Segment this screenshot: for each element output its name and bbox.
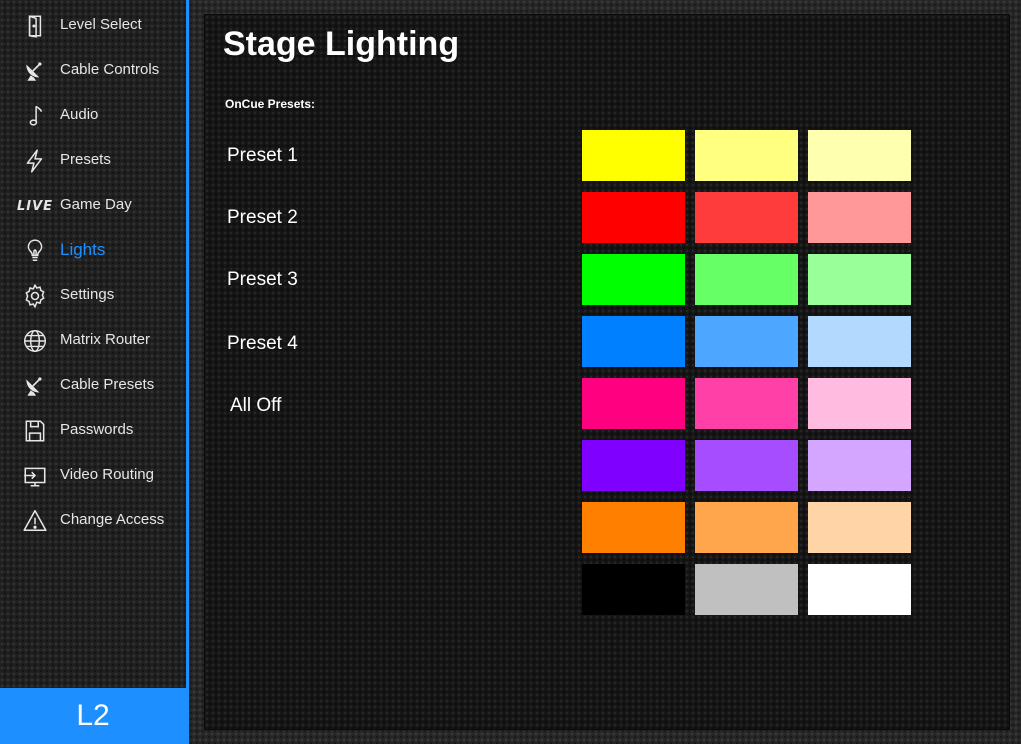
sidebar-item-cable-presets[interactable]: Cable Presets xyxy=(0,363,186,408)
sidebar-item-presets[interactable]: Presets xyxy=(0,138,186,183)
color-swatch-button[interactable] xyxy=(695,440,798,491)
color-swatch-button[interactable] xyxy=(695,130,798,181)
color-swatch-button[interactable] xyxy=(808,378,911,429)
sidebar-item-label: Lights xyxy=(60,240,106,259)
satellite-dish-icon xyxy=(20,57,50,85)
color-swatch-button[interactable] xyxy=(808,130,911,181)
color-swatch-button[interactable] xyxy=(695,502,798,553)
color-swatch-button[interactable] xyxy=(808,502,911,553)
door-icon xyxy=(20,12,50,40)
color-swatch-grid xyxy=(582,130,911,615)
sidebar-item-label: Matrix Router xyxy=(60,331,151,348)
sidebar-item-game-day[interactable]: LIVE Game Day xyxy=(0,183,186,228)
sidebar-item-video-routing[interactable]: Video Routing xyxy=(0,453,186,498)
color-swatch-button[interactable] xyxy=(582,502,685,553)
color-swatch-button[interactable] xyxy=(582,564,685,615)
music-note-icon xyxy=(20,102,50,130)
color-swatch-button[interactable] xyxy=(582,378,685,429)
color-swatch-button[interactable] xyxy=(695,378,798,429)
color-swatch-button[interactable] xyxy=(582,440,685,491)
color-swatch-button[interactable] xyxy=(582,254,685,305)
sidebar-item-label: Audio xyxy=(60,106,99,123)
preset-3-button[interactable]: Preset 3 xyxy=(227,269,298,291)
color-swatch-button[interactable] xyxy=(695,254,798,305)
color-swatch-button[interactable] xyxy=(582,130,685,181)
sidebar-item-label: Change Access xyxy=(60,511,165,528)
sidebar-item-label: Game Day xyxy=(60,196,132,213)
color-swatch-button[interactable] xyxy=(808,254,911,305)
color-swatch-button[interactable] xyxy=(808,316,911,367)
color-swatch-button[interactable] xyxy=(808,192,911,243)
preset-4-button[interactable]: Preset 4 xyxy=(227,333,298,355)
color-swatch-button[interactable] xyxy=(695,192,798,243)
section-label: OnCue Presets: xyxy=(225,97,316,111)
sidebar-divider xyxy=(186,0,189,744)
color-swatch-button[interactable] xyxy=(695,564,798,615)
sidebar-item-label: Level Select xyxy=(60,16,142,33)
all-off-button[interactable]: All Off xyxy=(230,395,281,417)
gear-icon xyxy=(20,282,50,310)
sidebar-item-audio[interactable]: Audio xyxy=(0,93,186,138)
color-swatch-button[interactable] xyxy=(808,440,911,491)
preset-2-button[interactable]: Preset 2 xyxy=(227,207,298,229)
color-swatch-button[interactable] xyxy=(695,316,798,367)
warning-icon xyxy=(20,507,50,535)
sidebar-item-matrix-router[interactable]: Matrix Router xyxy=(0,318,186,363)
sidebar-nav: Level Select Cable Controls Audio Preset… xyxy=(0,3,186,543)
globe-icon xyxy=(20,327,50,355)
page-title: Stage Lighting xyxy=(223,25,460,63)
sidebar-item-cable-controls[interactable]: Cable Controls xyxy=(0,48,186,93)
sidebar-item-settings[interactable]: Settings xyxy=(0,273,186,318)
sidebar-item-label: Cable Presets xyxy=(60,376,155,393)
sidebar-item-label: Settings xyxy=(60,286,115,303)
sidebar-item-label: Passwords xyxy=(60,421,134,438)
floppy-disk-icon xyxy=(20,417,50,445)
color-swatch-button[interactable] xyxy=(808,564,911,615)
level-badge[interactable]: L2 xyxy=(0,688,186,744)
sidebar-item-label: Presets xyxy=(60,151,111,168)
preset-1-button[interactable]: Preset 1 xyxy=(227,145,298,167)
sidebar: Level Select Cable Controls Audio Preset… xyxy=(0,0,186,744)
satellite-dish-icon xyxy=(20,372,50,400)
monitor-input-icon xyxy=(20,462,50,490)
sidebar-item-level-select[interactable]: Level Select xyxy=(0,3,186,48)
color-swatch-button[interactable] xyxy=(582,316,685,367)
lightning-icon xyxy=(20,147,50,175)
sidebar-item-label: Cable Controls xyxy=(60,61,160,78)
color-swatch-button[interactable] xyxy=(582,192,685,243)
sidebar-item-change-access[interactable]: Change Access xyxy=(0,498,186,543)
lightbulb-icon xyxy=(20,237,50,265)
sidebar-item-lights[interactable]: Lights xyxy=(0,228,186,273)
live-icon: LIVE xyxy=(16,198,54,214)
sidebar-item-passwords[interactable]: Passwords xyxy=(0,408,186,453)
main-panel: Stage Lighting OnCue Presets: Preset 1 P… xyxy=(204,14,1010,730)
sidebar-item-label: Video Routing xyxy=(60,466,154,483)
